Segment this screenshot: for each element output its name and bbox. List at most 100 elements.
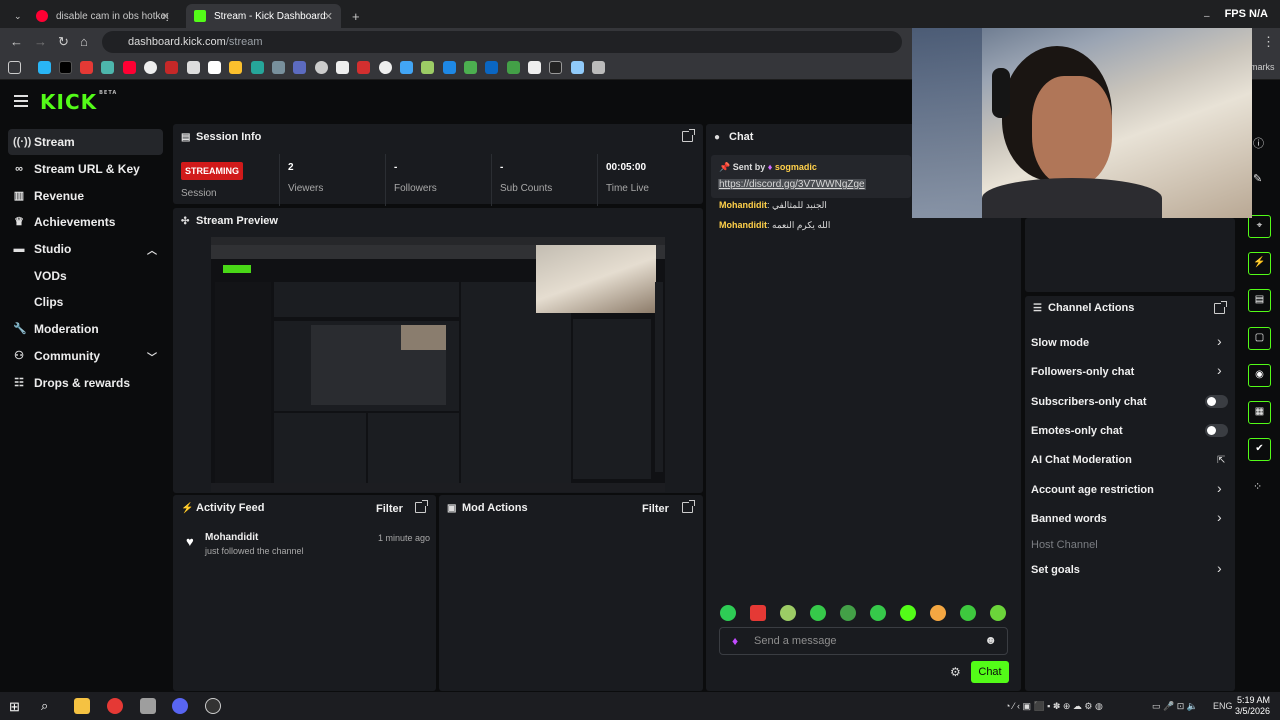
bookmark-icon[interactable] xyxy=(101,61,114,74)
emote-icon[interactable] xyxy=(900,605,916,621)
sidebar-item-clips[interactable]: Clips xyxy=(8,289,163,315)
tab-kick-dashboard[interactable]: Stream - Kick Dashboard ✕ xyxy=(186,4,341,28)
kick-logo[interactable]: KICK BETA xyxy=(40,90,117,114)
bookmark-icon[interactable] xyxy=(144,61,157,74)
minimize-icon[interactable]: – xyxy=(1196,4,1216,28)
emotes-only-toggle[interactable] xyxy=(1205,424,1228,437)
popout-icon[interactable] xyxy=(682,129,695,142)
emote-icon[interactable] xyxy=(720,605,736,621)
rail-broadcast-icon[interactable]: ◉ xyxy=(1248,364,1271,387)
info-icon[interactable]: ⓘ xyxy=(1253,135,1264,151)
reload-icon[interactable]: ↻ xyxy=(58,34,69,50)
activity-user[interactable]: Mohandidit xyxy=(205,532,258,543)
rail-target-icon[interactable]: ⌖ xyxy=(1248,215,1271,238)
amazon-icon[interactable] xyxy=(208,61,221,74)
chat-input[interactable]: ♦ Send a message ☻ xyxy=(719,627,1008,655)
pinned-message[interactable]: 📌 Sent by ♦ sogmadic https://discord.gg/… xyxy=(711,155,911,198)
emoji-icon[interactable]: ☻ xyxy=(984,633,997,647)
chrome-icon[interactable] xyxy=(107,698,123,714)
menu-icon[interactable] xyxy=(14,95,28,107)
rail-layout-icon[interactable]: ▦ xyxy=(1248,401,1271,424)
clock[interactable]: 5:19 AM 3/5/2026 xyxy=(1235,695,1270,717)
external-link-icon[interactable]: ⇱ xyxy=(1217,455,1225,466)
bookmark-icon[interactable] xyxy=(379,61,392,74)
sidebar-item-studio[interactable]: ▬ Studio ︿ xyxy=(8,236,163,262)
windows-start-icon[interactable]: ⊞ xyxy=(9,699,20,715)
rail-chat-icon[interactable]: ▢ xyxy=(1248,327,1271,350)
youtube-bookmark-icon[interactable] xyxy=(123,61,136,74)
subscribers-only-toggle[interactable] xyxy=(1205,395,1228,408)
chevron-right-icon[interactable]: › xyxy=(1217,560,1222,576)
tab-youtube[interactable]: disable cam in obs hotkey - You ✕ xyxy=(28,4,178,28)
bookmark-icon[interactable] xyxy=(187,61,200,74)
filter-button[interactable]: Filter xyxy=(376,503,403,515)
sidebar-item-achievements[interactable]: ♛ Achievements xyxy=(8,209,163,235)
emote-icon[interactable] xyxy=(750,605,766,621)
bookmark-icon[interactable] xyxy=(592,61,605,74)
action-emotes-only[interactable]: Emotes-only chat xyxy=(1031,425,1231,437)
bookmark-icon[interactable] xyxy=(293,61,306,74)
chevron-right-icon[interactable]: › xyxy=(1217,362,1222,378)
tray-icons[interactable]: ◔ ⁄ ‹ ▣ ⬛ ▪ ✽ ⊕ ☁ ⚙ ◍ xyxy=(1005,701,1103,712)
chat-username[interactable]: Mohandidit xyxy=(719,220,767,230)
apps-icon[interactable] xyxy=(8,61,21,74)
emote-icon[interactable] xyxy=(930,605,946,621)
pencil-icon[interactable]: ✎ xyxy=(1253,172,1262,185)
chevron-right-icon[interactable]: › xyxy=(1217,509,1222,525)
bookmark-icon[interactable] xyxy=(421,61,434,74)
rail-wrench-icon[interactable]: ✔ xyxy=(1248,438,1271,461)
bookmark-icon[interactable] xyxy=(464,61,477,74)
rail-more-icon[interactable]: ⁘ xyxy=(1253,480,1262,493)
bookmark-icon[interactable] xyxy=(400,61,413,74)
obs-icon[interactable] xyxy=(205,698,221,714)
docs-icon[interactable] xyxy=(443,61,456,74)
tab-list-button[interactable]: ⌄ xyxy=(6,4,24,28)
sidebar-item-vods[interactable]: VODs xyxy=(8,263,163,289)
popout-icon[interactable] xyxy=(682,500,695,513)
action-account-age[interactable]: Account age restriction xyxy=(1031,484,1231,496)
action-followers-only[interactable]: Followers-only chat xyxy=(1031,366,1231,378)
close-tab-icon[interactable]: ✕ xyxy=(324,10,333,23)
pdf-icon[interactable] xyxy=(165,61,178,74)
rail-bolt-icon[interactable]: ⚡ xyxy=(1248,252,1271,275)
app-icon[interactable] xyxy=(140,698,156,714)
all-bookmarks-label[interactable]: marks xyxy=(1250,62,1275,72)
bookmark-icon[interactable] xyxy=(38,61,51,74)
home-icon[interactable]: ⌂ xyxy=(80,34,88,49)
popout-icon[interactable] xyxy=(415,500,428,513)
bookmark-icon[interactable] xyxy=(315,61,328,74)
bookmark-icon[interactable] xyxy=(229,61,242,74)
rail-document-icon[interactable]: ▤ xyxy=(1248,289,1271,312)
bookmark-icon[interactable] xyxy=(571,61,584,74)
bookmark-icon[interactable] xyxy=(357,61,370,74)
gear-icon[interactable]: ⚙ xyxy=(950,665,961,679)
url-field[interactable]: dashboard.kick.com/stream xyxy=(102,31,902,53)
emote-icon[interactable] xyxy=(810,605,826,621)
chevron-right-icon[interactable]: › xyxy=(1217,480,1222,496)
bookmark-icon[interactable] xyxy=(528,61,541,74)
emote-icon[interactable] xyxy=(780,605,796,621)
x-icon[interactable] xyxy=(59,61,72,74)
emote-icon[interactable] xyxy=(960,605,976,621)
bookmark-icon[interactable] xyxy=(80,61,93,74)
sidebar-item-stream-url-key[interactable]: ∞ Stream URL & Key xyxy=(8,156,163,182)
action-slow-mode[interactable]: Slow mode xyxy=(1031,337,1231,349)
action-set-goals[interactable]: Set goals xyxy=(1031,564,1231,576)
sidebar-item-moderation[interactable]: 🔧 Moderation xyxy=(8,316,163,342)
menu-dots-icon[interactable]: ⋮ xyxy=(1262,34,1275,50)
forward-icon[interactable]: → xyxy=(34,34,47,49)
sidebar-item-drops-rewards[interactable]: ☷ Drops & rewards xyxy=(8,370,163,396)
bookmark-icon[interactable] xyxy=(251,61,264,74)
sidebar-item-revenue[interactable]: ▥ Revenue xyxy=(8,183,163,209)
popout-icon[interactable] xyxy=(1214,301,1227,314)
emote-icon[interactable] xyxy=(870,605,886,621)
bookmark-icon[interactable] xyxy=(272,61,285,74)
language-indicator[interactable]: ENG xyxy=(1213,701,1233,711)
new-tab-button[interactable]: + xyxy=(344,4,364,28)
close-tab-icon[interactable]: ✕ xyxy=(161,10,170,23)
chevron-right-icon[interactable]: › xyxy=(1217,333,1222,349)
pinned-link[interactable]: https://discord.gg/3V7WWNgZge xyxy=(718,179,866,190)
back-icon[interactable]: ← xyxy=(10,34,23,49)
action-ai-chat-moderation[interactable]: AI Chat Moderation xyxy=(1031,454,1231,466)
pinned-user[interactable]: sogmadic xyxy=(775,162,817,172)
